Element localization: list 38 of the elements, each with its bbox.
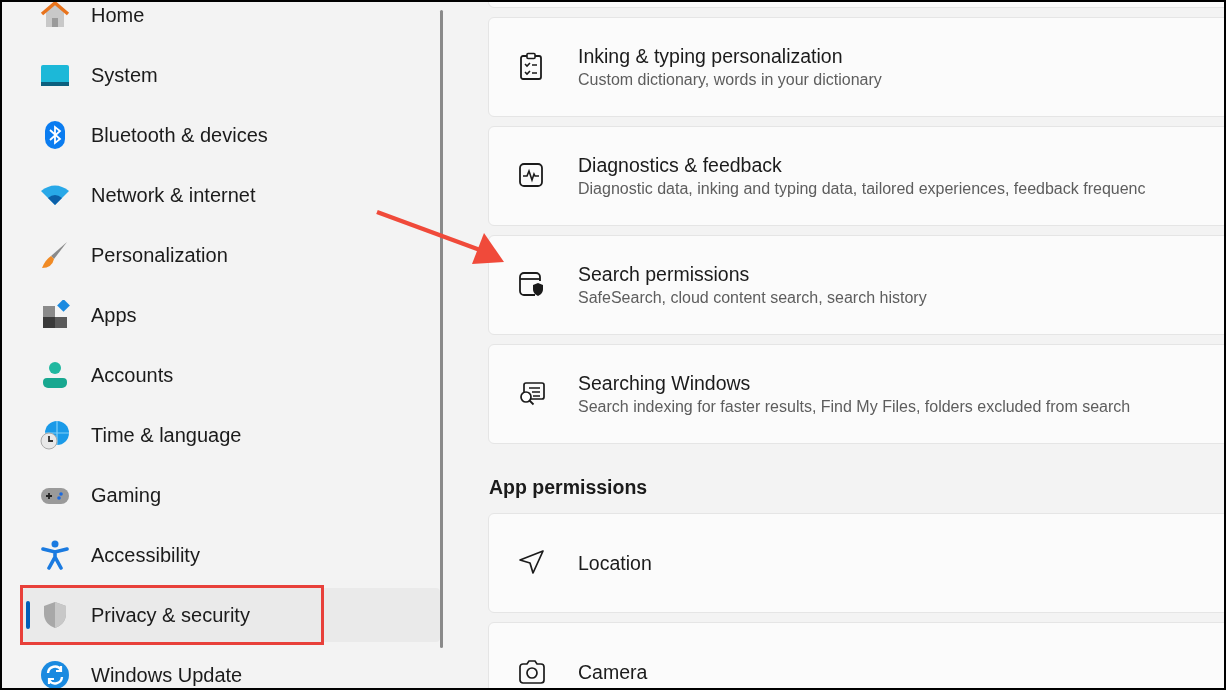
card-description: SafeSearch, cloud content search, search history <box>578 289 927 307</box>
nav-item[interactable]: Accessibility <box>22 528 440 582</box>
card-title: Searching Windows <box>578 372 752 395</box>
settings-card[interactable]: Searching Windows Search indexing for faster results, Find My Files, folders excluded from search <box>488 344 1224 444</box>
nav-item[interactable]: Bluetooth & devices <box>22 108 440 162</box>
section-heading: App permissions <box>489 475 649 499</box>
nav-item[interactable]: Network & internet <box>22 168 440 222</box>
settings-card[interactable]: Search permissions SafeSearch, cloud content search, search history <box>488 235 1224 335</box>
settings-card[interactable]: Diagnostics & feedback Diagnostic data, inking and typing data, tailored experiences, feedback frequenc <box>488 126 1224 226</box>
person-icon <box>40 360 70 390</box>
nav-item[interactable]: Apps <box>22 288 440 342</box>
card-title: Search permissions <box>578 263 751 286</box>
accessibility-icon <box>40 540 70 570</box>
card-title: Camera <box>578 660 648 684</box>
card-title: Inking & typing personalization <box>578 45 844 68</box>
settings-card[interactable]: Inking & typing personalization Custom dictionary, words in your dictionary <box>488 17 1224 117</box>
globe-clock-icon <box>40 420 70 450</box>
nav-item[interactable]: Personalization <box>22 228 440 282</box>
nav-item[interactable]: Home <box>22 2 440 42</box>
apps-icon <box>40 300 70 330</box>
card-description: Diagnostic data, inking and typing data, tailored experiences, feedback frequenc <box>578 180 1146 198</box>
scrollbar-thumb[interactable] <box>440 10 443 648</box>
card-title: Diagnostics & feedback <box>578 154 783 177</box>
selection-indicator <box>26 601 30 629</box>
nav-item[interactable]: Privacy & security <box>22 588 440 642</box>
settings-card[interactable]: Camera <box>488 622 1224 688</box>
paintbrush-icon <box>40 240 70 270</box>
camera-icon <box>517 657 547 687</box>
card-description: Search indexing for faster results, Find My Files, folders excluded from search <box>578 398 1131 416</box>
house-icon <box>40 2 70 30</box>
nav-item[interactable]: Time & language <box>22 408 440 462</box>
card-description: Custom dictionary, words in your dictionary <box>578 71 882 89</box>
nav-item[interactable]: Windows Update <box>22 648 440 688</box>
nav-item[interactable]: Accounts <box>22 348 440 402</box>
card-title: Location <box>578 551 652 575</box>
settings-card[interactable]: Location <box>488 513 1224 613</box>
nav-item[interactable]: System <box>22 48 440 102</box>
nav-item[interactable]: Gaming <box>22 468 440 522</box>
